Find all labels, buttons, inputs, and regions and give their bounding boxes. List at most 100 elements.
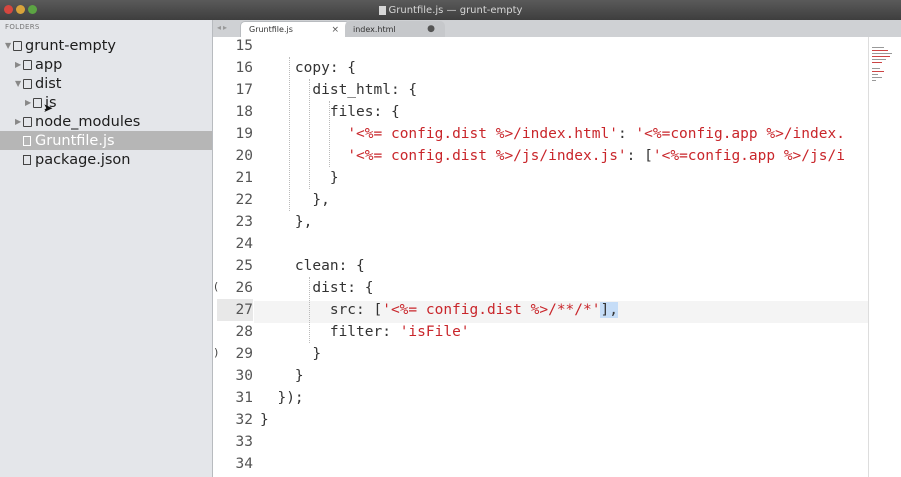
sidebar-item-label: node_modules xyxy=(35,113,141,130)
code-text: '<%= config.dist %>/js/index.js': ['<%=c… xyxy=(260,145,845,167)
minimap-line xyxy=(872,47,884,48)
tab-bar: ◂▸ Gruntfile.js × index.html ● xyxy=(213,20,901,37)
code-text: copy: { xyxy=(260,60,357,76)
code-text: '<%= config.dist %>/index.html': '<%=con… xyxy=(260,123,845,145)
sidebar-item-node-modules[interactable]: ▶ node_modules xyxy=(0,112,212,131)
sidebar-item-app[interactable]: ▶ app xyxy=(0,55,212,74)
string-literal: '<%=config.app %>/index. xyxy=(635,126,845,142)
sidebar-header: FOLDERS xyxy=(5,23,40,31)
minimap-line xyxy=(872,53,892,54)
file-icon xyxy=(23,135,31,146)
string-literal: '<%= config.dist %>/js/index.js' xyxy=(347,148,627,164)
minimap-line xyxy=(872,59,886,60)
indent-guide xyxy=(309,277,311,343)
minimap-line xyxy=(872,74,878,75)
code-token: : xyxy=(617,126,636,142)
tab-nav-arrows-icon[interactable]: ◂▸ xyxy=(217,23,229,32)
window-title: Gruntfile.js — grunt-empty xyxy=(378,5,522,16)
indent-guide xyxy=(329,101,331,167)
close-window-button[interactable] xyxy=(4,5,13,14)
unsaved-dot-icon[interactable]: ● xyxy=(427,24,435,34)
code-line: }); xyxy=(213,387,868,409)
minimap-line xyxy=(872,56,890,57)
code-line: copy: { xyxy=(213,57,868,79)
close-tab-icon[interactable]: × xyxy=(331,25,339,35)
code-line: dist: { xyxy=(213,277,868,299)
disclosure-closed-icon[interactable]: ▶ xyxy=(15,117,23,126)
folder-open-icon xyxy=(13,40,22,51)
code-text: clean: { xyxy=(260,258,365,274)
code-line: files: { xyxy=(213,101,868,123)
string-literal: '<%= config.dist %>/index.html' xyxy=(347,126,618,142)
code-text: }, xyxy=(260,214,313,230)
sidebar-item-label: app xyxy=(35,56,63,73)
disclosure-closed-icon[interactable]: ▶ xyxy=(25,98,33,107)
code-token: : [ xyxy=(626,148,653,164)
sidebar-item-grunt-empty[interactable]: ▼ grunt-empty xyxy=(0,36,212,55)
sidebar-item-js[interactable]: ▶ js xyxy=(0,93,212,112)
code-line: clean: { xyxy=(213,255,868,277)
sidebar-item-gruntfile-js[interactable]: Gruntfile.js xyxy=(0,131,212,150)
tab-gruntfile[interactable]: Gruntfile.js × xyxy=(240,21,350,37)
code-text: } xyxy=(260,346,322,362)
code-text: } xyxy=(260,368,304,384)
indent-guide xyxy=(309,79,311,189)
sidebar: FOLDERS ▼ grunt-empty ▶ app ▼ dist ▶ js ▶ node_mo… xyxy=(0,20,213,477)
code-text: } xyxy=(260,170,339,186)
code-line: src: ['<%= config.dist %>/**/*'], xyxy=(213,299,868,321)
disclosure-closed-icon[interactable]: ▶ xyxy=(15,60,23,69)
file-icon xyxy=(23,154,31,165)
minimap-line xyxy=(872,62,882,63)
folder-open-icon xyxy=(23,78,32,89)
code-line: } xyxy=(213,167,868,189)
document-icon xyxy=(378,5,386,15)
zoom-window-button[interactable] xyxy=(28,5,37,14)
window-titlebar: Gruntfile.js — grunt-empty xyxy=(0,0,901,20)
disclosure-open-icon[interactable]: ▼ xyxy=(5,41,13,50)
sidebar-item-label: Gruntfile.js xyxy=(35,132,115,149)
code-line: } xyxy=(213,365,868,387)
minimap-line xyxy=(872,80,876,81)
code-line: }, xyxy=(213,211,868,233)
minimap[interactable] xyxy=(868,37,901,477)
tab-index-html[interactable]: index.html ● xyxy=(345,21,445,37)
minimap-line xyxy=(872,68,880,69)
minimize-window-button[interactable] xyxy=(16,5,25,14)
code-text: dist_html: { xyxy=(260,82,418,98)
sidebar-item-dist[interactable]: ▼ dist xyxy=(0,74,212,93)
code-line: '<%= config.dist %>/js/index.js': ['<%=c… xyxy=(213,145,868,167)
code-token: src: [ xyxy=(260,302,383,318)
code-text: } xyxy=(260,412,269,428)
disclosure-open-icon[interactable]: ▼ xyxy=(15,79,23,88)
string-literal: 'isFile' xyxy=(399,324,470,340)
mouse-cursor-icon: ➤ xyxy=(43,101,54,115)
indent-guide xyxy=(289,57,291,211)
code-text: filter: 'isFile' xyxy=(260,321,470,343)
code-text: dist: { xyxy=(260,280,374,296)
code-text: src: ['<%= config.dist %>/**/*'], xyxy=(260,299,618,321)
minimap-line xyxy=(872,71,884,72)
code-token: filter: xyxy=(260,324,400,340)
code-editor[interactable]: 15 16 17 18 19 20 21 22 23 24 25 26 27 28 29 30 31 32 33 34… xyxy=(213,37,868,477)
sidebar-item-package-json[interactable]: package.json xyxy=(0,150,212,169)
code-line: filter: 'isFile' xyxy=(213,321,868,343)
sidebar-item-label: grunt-empty xyxy=(25,37,116,54)
code-token: ], xyxy=(600,302,618,318)
code-line: } xyxy=(213,409,868,431)
sidebar-item-label: package.json xyxy=(35,151,131,168)
minimap-line xyxy=(872,77,882,78)
folder-icon xyxy=(23,59,32,70)
code-line: }, xyxy=(213,189,868,211)
code-line: } xyxy=(213,343,868,365)
minimap-line xyxy=(872,50,888,51)
string-literal: '<%= config.dist %>/**/*' xyxy=(382,302,601,318)
code-text: }); xyxy=(260,390,304,406)
sidebar-item-label: dist xyxy=(35,75,62,92)
code-line: '<%= config.dist %>/index.html': '<%=con… xyxy=(213,123,868,145)
folder-icon xyxy=(33,97,42,108)
code-line: dist_html: { xyxy=(213,79,868,101)
